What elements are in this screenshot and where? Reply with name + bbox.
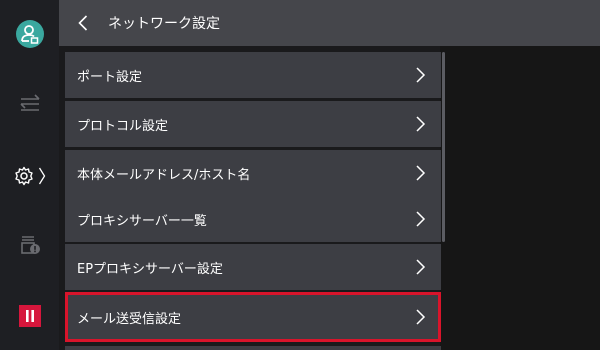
back-button[interactable] <box>59 0 107 46</box>
transfer-button[interactable] <box>0 88 59 118</box>
menu-item-label: EPプロキシサーバー設定 <box>77 261 223 277</box>
menu-item-email-send-receive-settings[interactable]: メール送受信設定 <box>65 292 441 342</box>
menu-item-next-partial <box>65 346 441 350</box>
sidebar <box>0 0 59 350</box>
menu-item-label: メール送受信設定 <box>77 311 182 327</box>
pause-button[interactable] <box>0 301 59 331</box>
empty-panel <box>440 46 600 350</box>
user-account-icon <box>15 20 44 48</box>
chevron-right-icon <box>405 210 435 228</box>
header-bar: ネットワーク設定 <box>59 0 600 46</box>
expand-indicator-icon <box>38 167 45 185</box>
chevron-right-icon <box>405 308 435 326</box>
settings-button[interactable] <box>0 158 59 194</box>
transfer-arrows-icon <box>19 94 40 111</box>
chevron-right-icon <box>405 115 435 133</box>
menu-item-label: ポート設定 <box>77 69 143 85</box>
page-title: ネットワーク設定 <box>108 16 220 32</box>
chevron-right-icon <box>405 258 435 276</box>
menu-item-label: プロトコル設定 <box>77 118 169 134</box>
menu-item-protocol-settings[interactable]: プロトコル設定 <box>65 101 441 147</box>
menu-item-proxy-server-list[interactable]: プロキシサーバー一覧 <box>65 196 441 242</box>
settings-list: ポート設定 プロトコル設定 本体メールアドレス/ホスト名 プロキシサーバー一覧 … <box>59 46 441 350</box>
device-status-icon <box>20 236 40 254</box>
menu-item-device-email-hostname[interactable]: 本体メールアドレス/ホスト名 <box>65 150 441 196</box>
gear-icon <box>14 166 33 186</box>
menu-item-ep-proxy-settings[interactable]: EPプロキシサーバー設定 <box>65 244 441 290</box>
menu-item-label: 本体メールアドレス/ホスト名 <box>77 167 251 183</box>
chevron-right-icon <box>405 66 435 84</box>
pause-icon <box>18 305 41 327</box>
device-status-button[interactable] <box>0 230 59 260</box>
account-button[interactable] <box>0 15 59 53</box>
list-scrollbar[interactable] <box>442 52 445 242</box>
menu-item-label: プロキシサーバー一覧 <box>77 213 207 229</box>
chevron-left-icon <box>78 15 88 31</box>
menu-item-port-settings[interactable]: ポート設定 <box>65 52 441 98</box>
chevron-right-icon <box>405 164 435 182</box>
